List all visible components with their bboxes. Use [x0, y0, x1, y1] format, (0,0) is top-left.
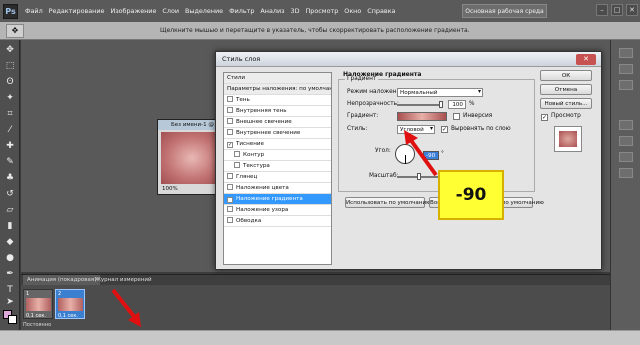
arrow-to-fx-icon: [111, 288, 141, 327]
annotation-arrows: [111, 130, 438, 327]
arrow-to-angle-icon: [404, 130, 438, 177]
